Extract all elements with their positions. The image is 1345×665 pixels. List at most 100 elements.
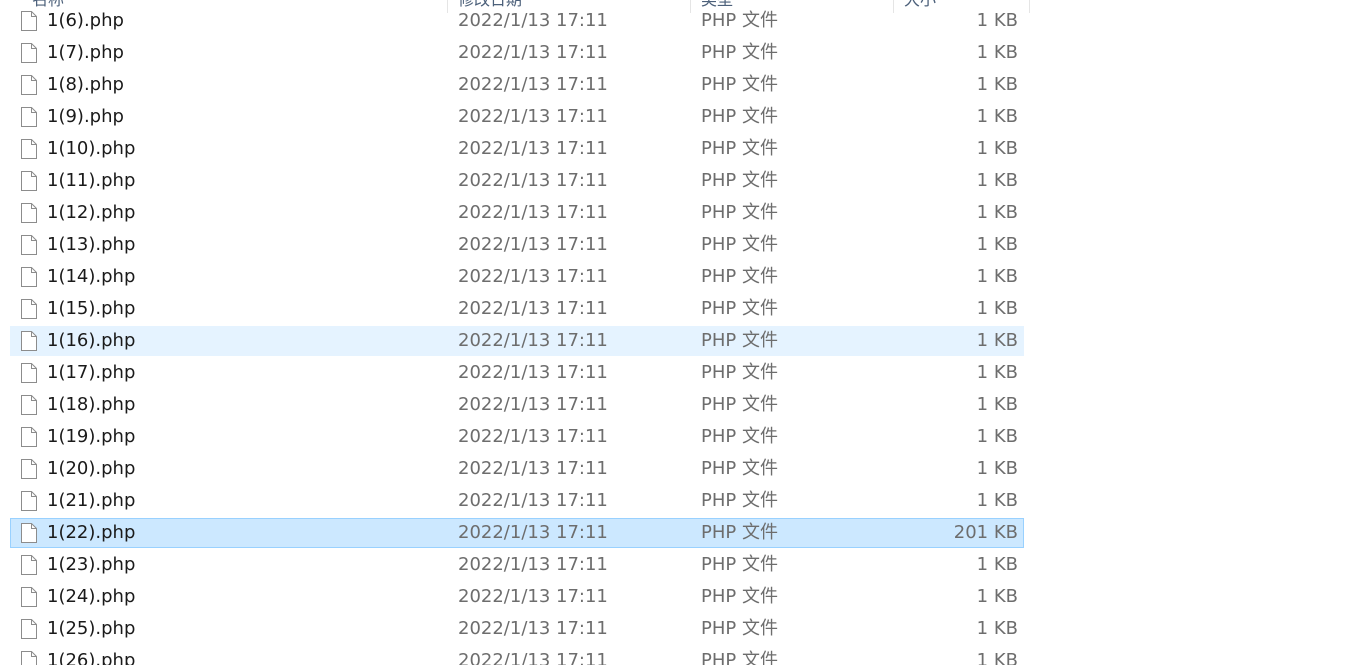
file-row[interactable]: 1(22).php 2022/1/13 17:11 PHP 文件 201 KB	[10, 518, 1024, 548]
file-row[interactable]: 1(13).php 2022/1/13 17:11 PHP 文件 1 KB	[10, 230, 1024, 260]
file-row[interactable]: 1(24).php 2022/1/13 17:11 PHP 文件 1 KB	[10, 582, 1024, 612]
file-row[interactable]: 1(26).php 2022/1/13 17:11 PHP 文件 1 KB	[10, 646, 1024, 665]
file-name[interactable]: 1(26).php	[47, 647, 135, 665]
file-icon	[21, 43, 37, 63]
file-name[interactable]: 1(10).php	[47, 135, 135, 163]
file-type: PHP 文件	[701, 330, 778, 351]
file-modified-date: 2022/1/13 17:11	[458, 202, 608, 223]
file-size: 1 KB	[976, 394, 1018, 415]
file-modified-date: 2022/1/13 17:11	[458, 74, 608, 95]
file-name[interactable]: 1(19).php	[47, 423, 135, 451]
file-row[interactable]: 1(19).php 2022/1/13 17:11 PHP 文件 1 KB	[10, 422, 1024, 452]
file-name[interactable]: 1(15).php	[47, 295, 135, 323]
file-size: 1 KB	[976, 586, 1018, 607]
file-size: 1 KB	[976, 42, 1018, 63]
file-row[interactable]: 1(9).php 2022/1/13 17:11 PHP 文件 1 KB	[10, 102, 1024, 132]
file-row[interactable]: 1(16).php 2022/1/13 17:11 PHP 文件 1 KB	[10, 326, 1024, 356]
file-row[interactable]: 1(18).php 2022/1/13 17:11 PHP 文件 1 KB	[10, 390, 1024, 420]
file-icon	[21, 459, 37, 479]
file-modified-date: 2022/1/13 17:11	[458, 330, 608, 351]
file-row[interactable]: 1(20).php 2022/1/13 17:11 PHP 文件 1 KB	[10, 454, 1024, 484]
file-name[interactable]: 1(11).php	[47, 167, 135, 195]
file-row[interactable]: 1(12).php 2022/1/13 17:11 PHP 文件 1 KB	[10, 198, 1024, 228]
file-size: 1 KB	[976, 106, 1018, 127]
file-size: 201 KB	[953, 522, 1018, 543]
file-name[interactable]: 1(23).php	[47, 551, 135, 579]
file-type: PHP 文件	[701, 10, 778, 31]
file-name[interactable]: 1(20).php	[47, 455, 135, 483]
file-modified-date: 2022/1/13 17:11	[458, 618, 608, 639]
file-type: PHP 文件	[701, 298, 778, 319]
file-row[interactable]: 1(10).php 2022/1/13 17:11 PHP 文件 1 KB	[10, 134, 1024, 164]
file-explorer: 名称 修改日期 类型 大小 1(6).php2022/1/13 17:11PHP…	[0, 0, 1345, 665]
file-size: 1 KB	[976, 170, 1018, 191]
file-icon	[21, 235, 37, 255]
file-name[interactable]: 1(21).php	[47, 487, 135, 515]
file-icon	[21, 491, 37, 511]
file-name[interactable]: 1(16).php	[47, 327, 135, 355]
file-size: 1 KB	[976, 330, 1018, 351]
file-type: PHP 文件	[701, 426, 778, 447]
file-size: 1 KB	[976, 298, 1018, 319]
file-type: PHP 文件	[701, 234, 778, 255]
file-size: 1 KB	[976, 426, 1018, 447]
file-row[interactable]: 1(17).php 2022/1/13 17:11 PHP 文件 1 KB	[10, 358, 1024, 388]
file-modified-date: 2022/1/13 17:11	[458, 490, 608, 511]
file-row[interactable]: 1(15).php 2022/1/13 17:11 PHP 文件 1 KB	[10, 294, 1024, 324]
file-modified-date: 2022/1/13 17:11	[458, 394, 608, 415]
file-name[interactable]: 1(8).php	[47, 71, 124, 99]
file-icon	[21, 11, 37, 31]
file-modified-date: 2022/1/13 17:11	[458, 586, 608, 607]
file-name[interactable]: 1(22).php	[47, 519, 135, 547]
column-divider[interactable]	[1029, 0, 1030, 13]
file-modified-date: 2022/1/13 17:11	[458, 234, 608, 255]
file-type: PHP 文件	[701, 458, 778, 479]
file-type: PHP 文件	[701, 394, 778, 415]
file-name[interactable]: 1(24).php	[47, 583, 135, 611]
file-icon	[21, 331, 37, 351]
file-modified-date: 2022/1/13 17:11	[458, 458, 608, 479]
file-icon	[21, 555, 37, 575]
file-size: 1 KB	[976, 650, 1018, 665]
file-row[interactable]: 1(6).php 2022/1/13 17:11 PHP 文件 1 KB	[10, 6, 1024, 36]
file-row[interactable]: 1(21).php 2022/1/13 17:11 PHP 文件 1 KB	[10, 486, 1024, 516]
file-modified-date: 2022/1/13 17:11	[458, 426, 608, 447]
file-icon	[21, 619, 37, 639]
file-size: 1 KB	[976, 74, 1018, 95]
file-name[interactable]: 1(18).php	[47, 391, 135, 419]
file-type: PHP 文件	[701, 106, 778, 127]
file-icon	[21, 267, 37, 287]
file-name[interactable]: 1(12).php	[47, 199, 135, 227]
file-modified-date: 2022/1/13 17:11	[458, 554, 608, 575]
file-name[interactable]: 1(7).php	[47, 39, 124, 67]
file-row[interactable]: 1(14).php 2022/1/13 17:11 PHP 文件 1 KB	[10, 262, 1024, 292]
file-size: 1 KB	[976, 266, 1018, 287]
file-row[interactable]: 1(7).php 2022/1/13 17:11 PHP 文件 1 KB	[10, 38, 1024, 68]
file-row[interactable]: 1(11).php 2022/1/13 17:11 PHP 文件 1 KB	[10, 166, 1024, 196]
file-name[interactable]: 1(17).php	[47, 359, 135, 387]
file-size: 1 KB	[976, 234, 1018, 255]
file-row[interactable]: 1(23).php 2022/1/13 17:11 PHP 文件 1 KB	[10, 550, 1024, 580]
file-icon	[21, 139, 37, 159]
file-icon	[21, 651, 37, 665]
file-size: 1 KB	[976, 10, 1018, 31]
file-row[interactable]: 1(25).php 2022/1/13 17:11 PHP 文件 1 KB	[10, 614, 1024, 644]
file-size: 1 KB	[976, 202, 1018, 223]
file-modified-date: 2022/1/13 17:11	[458, 650, 608, 665]
file-name[interactable]: 1(13).php	[47, 231, 135, 259]
file-icon	[21, 299, 37, 319]
file-type: PHP 文件	[701, 42, 778, 63]
file-name[interactable]: 1(14).php	[47, 263, 135, 291]
file-name[interactable]: 1(9).php	[47, 103, 124, 131]
file-type: PHP 文件	[701, 202, 778, 223]
file-row[interactable]: 1(8).php 2022/1/13 17:11 PHP 文件 1 KB	[10, 70, 1024, 100]
file-modified-date: 2022/1/13 17:11	[458, 106, 608, 127]
file-size: 1 KB	[976, 490, 1018, 511]
file-name[interactable]: 1(6).php	[47, 7, 124, 35]
file-name[interactable]: 1(25).php	[47, 615, 135, 643]
file-modified-date: 2022/1/13 17:11	[458, 266, 608, 287]
file-type: PHP 文件	[701, 586, 778, 607]
file-modified-date: 2022/1/13 17:11	[458, 170, 608, 191]
file-type: PHP 文件	[701, 74, 778, 95]
file-size: 1 KB	[976, 362, 1018, 383]
